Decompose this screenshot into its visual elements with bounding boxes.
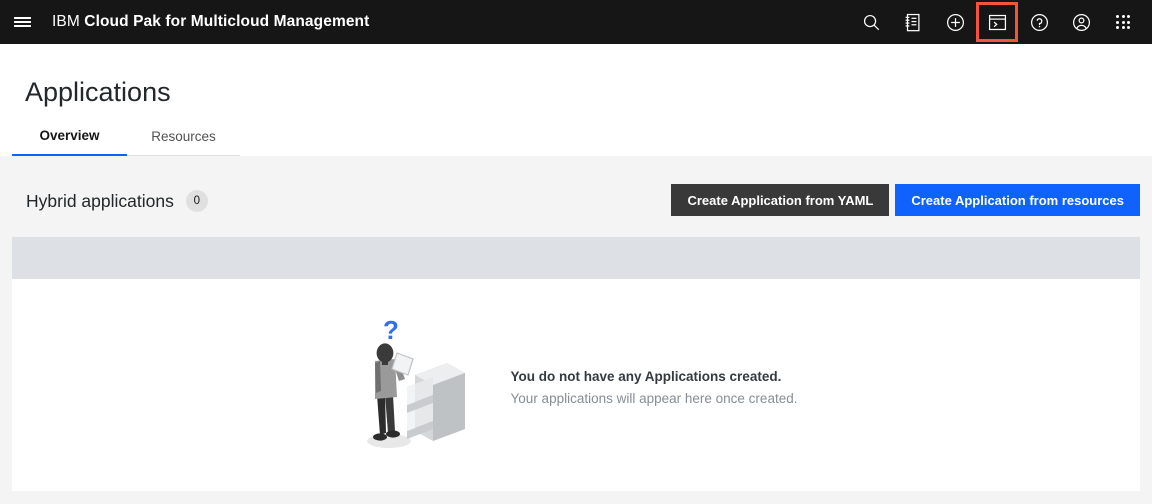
applications-count-badge: 0 bbox=[185, 190, 208, 212]
hamburger-bar bbox=[13, 25, 31, 27]
tab-bar: Overview Resources bbox=[12, 124, 240, 157]
hamburger-menu-icon[interactable] bbox=[0, 0, 44, 44]
applications-table: ? You do not have any Applications creat… bbox=[12, 237, 1140, 491]
help-icon[interactable] bbox=[1018, 0, 1060, 44]
brand-prefix: IBM bbox=[52, 13, 80, 30]
user-avatar-icon[interactable] bbox=[1060, 0, 1102, 44]
section-title-group: Hybrid applications 0 bbox=[26, 190, 208, 212]
section-header: Hybrid applications 0 Create Application… bbox=[12, 184, 1140, 238]
page-title: Applications bbox=[25, 77, 171, 107]
header-actions bbox=[850, 0, 1152, 44]
person-with-filing-cabinet-illustration: ? bbox=[366, 317, 465, 448]
plus-circle-icon[interactable] bbox=[934, 0, 976, 44]
app-switcher-icon[interactable] bbox=[1102, 0, 1144, 44]
question-mark-glyph: ? bbox=[383, 317, 399, 345]
tab-resources[interactable]: Resources bbox=[127, 125, 240, 157]
table-body: ? You do not have any Applications creat… bbox=[12, 279, 1140, 491]
page-content: Hybrid applications 0 Create Application… bbox=[0, 156, 1152, 504]
tab-overview[interactable]: Overview bbox=[12, 124, 127, 157]
empty-state-text: You do not have any Applications created… bbox=[511, 366, 798, 410]
terminal-icon[interactable] bbox=[976, 0, 1018, 44]
create-application-from-resources-button[interactable]: Create Application from resources bbox=[895, 184, 1140, 216]
app-header: IBM Cloud Pak for Multicloud Management bbox=[0, 0, 1152, 44]
search-icon[interactable] bbox=[850, 0, 892, 44]
page-header-region: Applications Overview Resources bbox=[0, 44, 1152, 157]
section-actions: Create Application from YAML Create Appl… bbox=[671, 184, 1140, 216]
brand-title[interactable]: IBM Cloud Pak for Multicloud Management bbox=[52, 13, 369, 31]
empty-state: ? You do not have any Applications creat… bbox=[12, 279, 1140, 491]
hamburger-bar bbox=[13, 17, 31, 19]
empty-state-subtitle: Your applications will appear here once … bbox=[510, 391, 798, 406]
hamburger-bar bbox=[13, 21, 31, 23]
table-header-bar bbox=[12, 237, 1140, 279]
brand-name: Cloud Pak for Multicloud Management bbox=[84, 13, 370, 30]
catalog-icon[interactable] bbox=[892, 0, 934, 44]
empty-state-title: You do not have any Applications created… bbox=[510, 369, 782, 384]
section-title: Hybrid applications bbox=[26, 191, 174, 211]
create-application-from-yaml-button[interactable]: Create Application from YAML bbox=[671, 184, 890, 216]
app-switcher-dots bbox=[1115, 14, 1131, 30]
